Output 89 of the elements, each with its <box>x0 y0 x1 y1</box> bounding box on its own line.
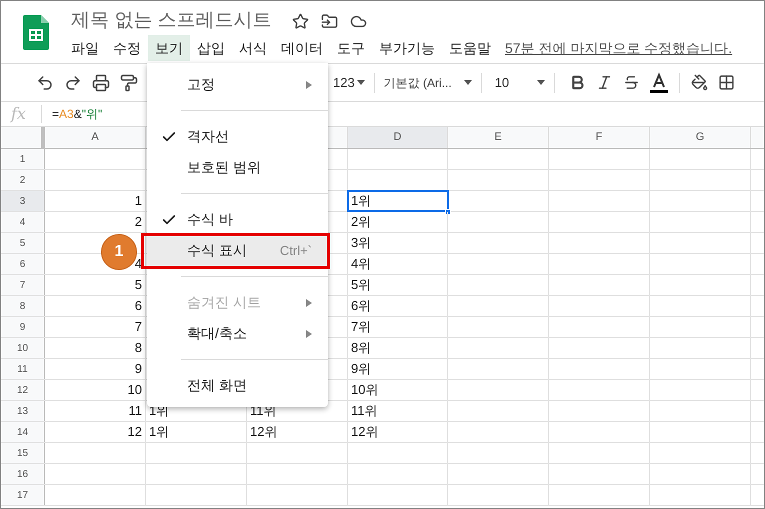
row-header[interactable]: 14 <box>1 422 45 442</box>
menu-option[interactable]: 전체 화면 <box>147 370 328 401</box>
table-cell-text: 2 <box>134 213 142 232</box>
undo-icon[interactable] <box>36 74 54 92</box>
table-cell-text: 9 <box>134 360 142 378</box>
row-header[interactable]: 3 <box>1 191 45 211</box>
row-header[interactable]: 12 <box>1 380 45 400</box>
table-cell-text: 4 <box>134 255 142 274</box>
table-cell-text: 5 <box>134 276 142 294</box>
column-header[interactable]: D <box>394 129 402 146</box>
folder-icon[interactable] <box>320 12 338 30</box>
menu-option[interactable]: 고정 <box>147 69 328 100</box>
caret-icon <box>464 80 472 85</box>
menu-option[interactable]: 수식 표시 Ctrl+` <box>147 235 328 266</box>
table-cell-text: 4위 <box>351 255 372 274</box>
column-header[interactable]: E <box>494 129 502 146</box>
table-cell-text: 7 <box>134 318 142 336</box>
table-cell-text: 8 <box>134 339 142 358</box>
table-cell-text: 11 <box>128 402 142 420</box>
menu-option[interactable]: 격자선 <box>147 121 328 152</box>
row-header[interactable]: 9 <box>1 317 45 337</box>
sheets-logo-icon[interactable] <box>23 15 49 50</box>
table-cell-text: 6 <box>134 297 142 316</box>
table-cell-text: 1 <box>134 192 142 210</box>
row-header[interactable]: 13 <box>1 401 45 421</box>
table-cell-text: 12위 <box>351 423 378 442</box>
document-title[interactable]: 제목 없는 스프레드시트 <box>71 6 272 36</box>
table-cell-text: 6위 <box>351 297 372 316</box>
menu-item[interactable]: 서식 <box>232 35 274 61</box>
borders-icon[interactable] <box>718 74 735 91</box>
row-header[interactable]: 4 <box>1 212 45 232</box>
row-header[interactable]: 8 <box>1 296 45 316</box>
font-dropdown[interactable]: 기본값 (Ari... <box>384 74 472 92</box>
menu-item[interactable]: 보기 <box>148 35 190 61</box>
menu-item[interactable]: 데이터 <box>274 35 330 61</box>
star-icon[interactable] <box>292 12 309 30</box>
row-header[interactable]: 10 <box>1 338 45 358</box>
menu-item[interactable]: 도구 <box>330 35 372 61</box>
row-header[interactable]: 16 <box>1 464 45 484</box>
row-header[interactable]: 7 <box>1 275 45 295</box>
table-cell-text: 12위 <box>250 423 278 442</box>
table-cell-text: 2위 <box>351 213 372 232</box>
print-icon[interactable] <box>92 74 110 92</box>
table-cell-text: 8위 <box>351 339 372 358</box>
table-cell-text: 5위 <box>351 276 372 294</box>
caret-icon <box>536 80 545 85</box>
row-header[interactable]: 17 <box>1 485 45 505</box>
row-header[interactable]: 11 <box>1 359 45 379</box>
submenu-arrow-icon <box>306 298 312 306</box>
menu-item[interactable]: 도움말 <box>442 35 498 61</box>
paint-roller-icon[interactable] <box>120 74 138 92</box>
table-cell-text: 7위 <box>351 318 372 336</box>
column-header[interactable]: A <box>91 129 99 146</box>
menu-option: 숨겨진 시트 <box>147 287 328 318</box>
table-cell-text: 12 <box>128 423 142 442</box>
column-header[interactable]: G <box>696 129 704 146</box>
menu-option[interactable]: 수식 바 <box>147 204 328 235</box>
caret-icon <box>356 80 365 85</box>
menu-item[interactable]: 파일 <box>64 35 106 61</box>
table-cell-text: 1위 <box>351 192 372 210</box>
text-color-icon[interactable] <box>648 72 669 94</box>
submenu-arrow-icon <box>306 80 312 88</box>
fill-handle[interactable] <box>445 209 451 215</box>
submenu-arrow-icon <box>306 330 312 338</box>
column-header[interactable]: F <box>596 129 602 146</box>
menu-item[interactable]: 삽입 <box>190 35 232 61</box>
formula-field[interactable]: =A3&"위" <box>52 105 102 123</box>
menu-item[interactable]: 부가기능 <box>372 35 442 61</box>
row-header[interactable]: 5 <box>1 233 45 253</box>
font-size-dropdown[interactable]: 10 <box>490 72 545 92</box>
fill-color-icon[interactable] <box>690 74 708 91</box>
table-cell-text: 9위 <box>351 360 372 378</box>
menu-item[interactable]: 수정 <box>106 35 148 61</box>
menu-option[interactable]: 확대/축소 <box>147 318 328 349</box>
strikethrough-icon[interactable] <box>622 74 640 91</box>
table-cell-text: 1위 <box>149 423 170 442</box>
table-cell-text: 10위 <box>351 381 378 400</box>
table-cell-text: 11위 <box>351 402 378 420</box>
row-header[interactable]: 1 <box>1 149 45 169</box>
redo-icon[interactable] <box>64 74 82 92</box>
table-cell-text: 3위 <box>351 234 372 252</box>
menu-option[interactable]: 보호된 범위 <box>147 152 328 183</box>
table-cell-text: 10 <box>128 381 142 400</box>
row-header[interactable]: 6 <box>1 254 45 274</box>
row-header[interactable]: 2 <box>1 170 45 190</box>
number-format-button[interactable]: 123 <box>333 72 365 92</box>
last-edit-link[interactable]: 57분 전에 마지막으로 수정했습니다. <box>505 38 732 58</box>
fx-label: fx <box>11 103 26 125</box>
row-header[interactable]: 15 <box>1 443 45 463</box>
